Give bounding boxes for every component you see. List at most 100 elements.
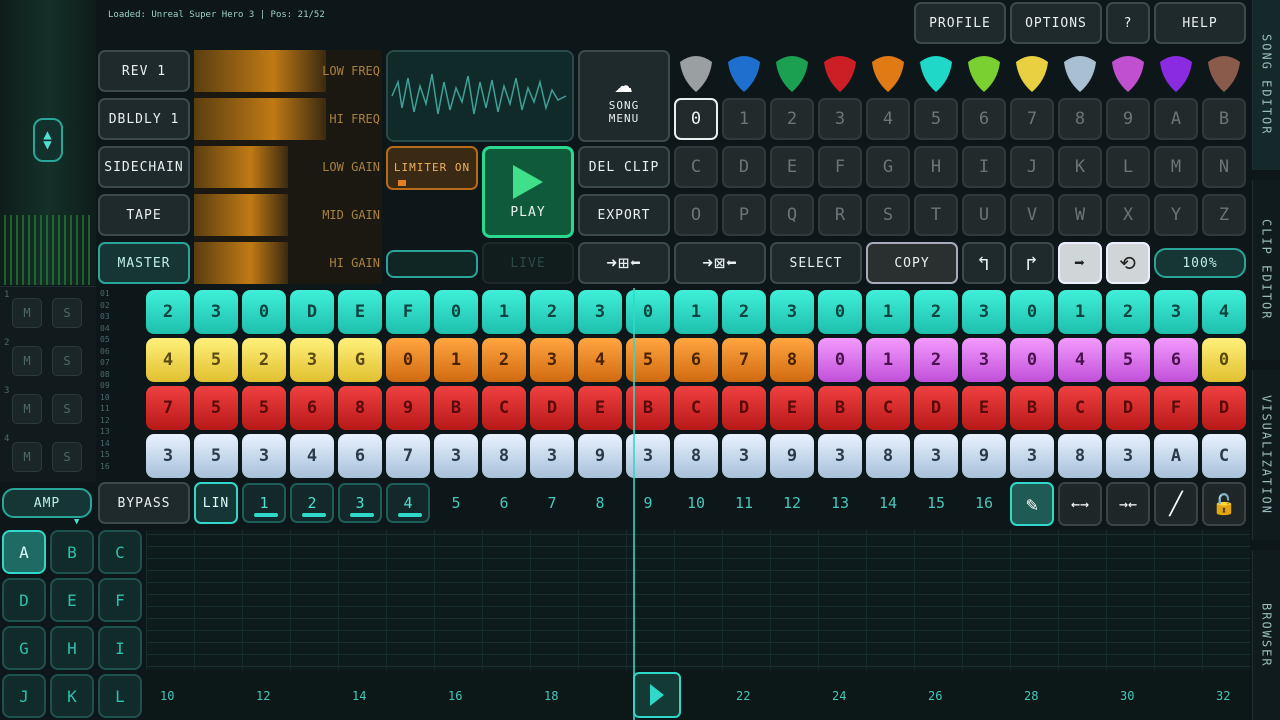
shrink-tool-button[interactable]: →← bbox=[1106, 482, 1150, 526]
keypad-key[interactable]: 7 bbox=[1010, 98, 1054, 140]
clip-cell[interactable]: 6 bbox=[674, 338, 718, 382]
bypass-button[interactable]: BYPASS bbox=[98, 482, 190, 524]
clip-cell[interactable]: 2 bbox=[722, 290, 766, 334]
keypad-key[interactable]: N bbox=[1202, 146, 1246, 188]
clip-cell[interactable]: 3 bbox=[146, 434, 190, 478]
bar-slider[interactable] bbox=[386, 250, 478, 278]
clip-cell[interactable]: 9 bbox=[962, 434, 1006, 478]
follow-button[interactable]: ➡ bbox=[1058, 242, 1102, 284]
guitar-pick-icon[interactable] bbox=[1204, 52, 1244, 94]
clip-cell[interactable]: B bbox=[1010, 386, 1054, 430]
clip-cell[interactable]: 3 bbox=[962, 290, 1006, 334]
keypad-key[interactable]: T bbox=[914, 194, 958, 236]
question-button[interactable]: ? bbox=[1106, 2, 1150, 44]
keypad-key[interactable]: 9 bbox=[1106, 98, 1150, 140]
keypad-key[interactable]: J bbox=[1010, 146, 1054, 188]
clip-cell[interactable]: 0 bbox=[386, 338, 430, 382]
clip-cell[interactable]: 5 bbox=[1106, 338, 1150, 382]
step-number-button[interactable]: 5 bbox=[434, 483, 478, 523]
clip-cell[interactable]: C bbox=[482, 386, 526, 430]
tab-browser[interactable]: BROWSER bbox=[1252, 550, 1280, 720]
clip-cell[interactable]: 0 bbox=[1010, 290, 1054, 334]
clip-cell[interactable]: 4 bbox=[1058, 338, 1102, 382]
clip-cell[interactable]: 3 bbox=[914, 434, 958, 478]
keypad-key[interactable]: 5 bbox=[914, 98, 958, 140]
step-number-button[interactable]: 10 bbox=[674, 483, 718, 523]
playhead-marker[interactable] bbox=[633, 672, 681, 718]
clip-cell[interactable]: 4 bbox=[1202, 290, 1246, 334]
copy-button[interactable]: COPY bbox=[866, 242, 958, 284]
guitar-pick-icon[interactable] bbox=[1060, 52, 1100, 94]
clip-cell[interactable]: 0 bbox=[818, 338, 862, 382]
clip-cell[interactable]: 7 bbox=[386, 434, 430, 478]
keypad-key[interactable]: 4 bbox=[866, 98, 910, 140]
clip-cell[interactable]: D bbox=[1106, 386, 1150, 430]
automation-area[interactable] bbox=[146, 530, 1250, 670]
profile-button[interactable]: PROFILE bbox=[914, 2, 1006, 44]
keypad-key[interactable]: R bbox=[818, 194, 862, 236]
clip-cell[interactable]: 2 bbox=[146, 290, 190, 334]
step-number-button[interactable]: 12 bbox=[770, 483, 814, 523]
keypad-key[interactable]: L bbox=[1106, 146, 1150, 188]
keypad-key[interactable]: 8 bbox=[1058, 98, 1102, 140]
help-button[interactable]: HELP bbox=[1154, 2, 1246, 44]
select-button[interactable]: SELECT bbox=[770, 242, 862, 284]
clip-cell[interactable]: 1 bbox=[434, 338, 478, 382]
step-number-button[interactable]: 2 bbox=[290, 483, 334, 523]
clip-cell[interactable]: B bbox=[434, 386, 478, 430]
clip-cell[interactable]: 0 bbox=[818, 290, 862, 334]
clip-cell[interactable]: E bbox=[962, 386, 1006, 430]
keypad-key[interactable]: 0 bbox=[674, 98, 718, 140]
eq-gauge-mid-gain[interactable] bbox=[194, 194, 288, 236]
guitar-pick-icon[interactable] bbox=[964, 52, 1004, 94]
keypad-key[interactable]: U bbox=[962, 194, 1006, 236]
letter-button[interactable]: L bbox=[98, 674, 142, 718]
clip-cell[interactable]: 6 bbox=[290, 386, 334, 430]
solo-button[interactable]: S bbox=[52, 442, 82, 472]
line-tool-button[interactable]: ╱ bbox=[1154, 482, 1198, 526]
clip-cell[interactable]: 3 bbox=[1106, 434, 1150, 478]
fx-button-dbldly1[interactable]: DBLDLY 1 bbox=[98, 98, 190, 140]
guitar-pick-icon[interactable] bbox=[724, 52, 764, 94]
clip-cell[interactable]: 1 bbox=[866, 290, 910, 334]
keypad-key[interactable]: H bbox=[914, 146, 958, 188]
clip-cell[interactable]: 4 bbox=[578, 338, 622, 382]
letter-button[interactable]: H bbox=[50, 626, 94, 670]
clip-cell[interactable]: 5 bbox=[194, 338, 238, 382]
clip-cell[interactable]: 3 bbox=[770, 290, 814, 334]
clip-cell[interactable]: 3 bbox=[242, 434, 286, 478]
redo-button[interactable]: ↱ bbox=[1010, 242, 1054, 284]
keypad-key[interactable]: Z bbox=[1202, 194, 1246, 236]
clip-cell[interactable]: D bbox=[1202, 386, 1246, 430]
clip-cell[interactable]: 2 bbox=[914, 338, 958, 382]
letter-button[interactable]: I bbox=[98, 626, 142, 670]
zoom-level[interactable]: 100% bbox=[1154, 248, 1246, 278]
clip-cell[interactable]: C bbox=[866, 386, 910, 430]
clip-cell[interactable]: 4 bbox=[290, 434, 334, 478]
keypad-key[interactable]: 2 bbox=[770, 98, 814, 140]
loop-button[interactable]: ⟲ bbox=[1106, 242, 1150, 284]
guitar-pick-icon[interactable] bbox=[1012, 52, 1052, 94]
keypad-key[interactable]: K bbox=[1058, 146, 1102, 188]
keypad-key[interactable]: A bbox=[1154, 98, 1198, 140]
stretch-tool-button[interactable]: ←→ bbox=[1058, 482, 1102, 526]
letter-button[interactable]: G bbox=[2, 626, 46, 670]
keypad-key[interactable]: B bbox=[1202, 98, 1246, 140]
clip-cell[interactable]: 3 bbox=[290, 338, 334, 382]
guitar-pick-icon[interactable] bbox=[868, 52, 908, 94]
play-button[interactable]: PLAY bbox=[482, 146, 574, 238]
clip-cell[interactable]: 6 bbox=[1154, 338, 1198, 382]
lin-button[interactable]: LIN bbox=[194, 482, 238, 524]
del-clip-button[interactable]: DEL CLIP bbox=[578, 146, 670, 188]
step-number-button[interactable]: 16 bbox=[962, 483, 1006, 523]
keypad-key[interactable]: Y bbox=[1154, 194, 1198, 236]
clip-cell[interactable]: 2 bbox=[1106, 290, 1150, 334]
lock-button[interactable]: 🔓 bbox=[1202, 482, 1246, 526]
clip-cell[interactable]: 4 bbox=[146, 338, 190, 382]
clip-cell[interactable]: D bbox=[722, 386, 766, 430]
clip-cell[interactable]: E bbox=[770, 386, 814, 430]
step-number-button[interactable]: 11 bbox=[722, 483, 766, 523]
clip-cell[interactable]: 1 bbox=[674, 290, 718, 334]
keypad-key[interactable]: Q bbox=[770, 194, 814, 236]
insert-clip-button[interactable]: ➜⊞⬅ bbox=[578, 242, 670, 284]
